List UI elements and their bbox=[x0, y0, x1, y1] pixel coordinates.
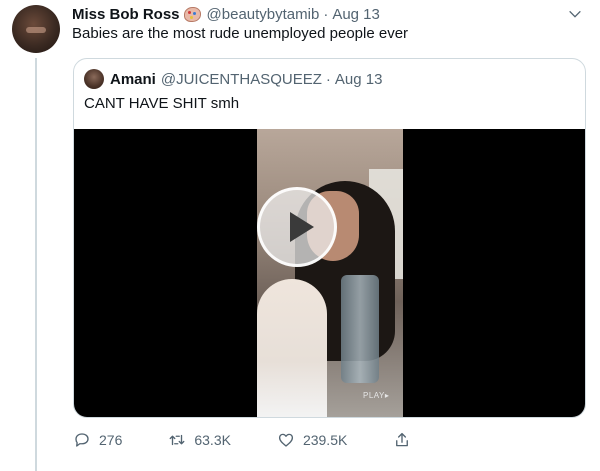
retweet-button[interactable]: 63.3K bbox=[168, 431, 231, 449]
author-handle[interactable]: @beautybytamib bbox=[207, 6, 320, 23]
video-player[interactable]: PLAY▸ bbox=[74, 129, 585, 417]
thread-line bbox=[35, 58, 37, 471]
quoted-tweet[interactable]: Amani @JUICENTHASQUEEZ · Aug 13 CANT HAV… bbox=[73, 58, 586, 418]
quoted-tweet-text: CANT HAVE SHIT smh bbox=[84, 95, 240, 112]
retweet-count: 63.3K bbox=[194, 432, 231, 448]
like-count: 239.5K bbox=[302, 432, 348, 448]
quoted-tweet-date: Aug 13 bbox=[334, 70, 383, 88]
video-overlay-label: PLAY▸ bbox=[363, 391, 390, 400]
video-thumbnail: PLAY▸ bbox=[257, 129, 403, 417]
author-name[interactable]: Miss Bob Ross bbox=[72, 6, 180, 23]
retweet-icon bbox=[169, 434, 185, 446]
chevron-down-icon[interactable] bbox=[567, 6, 583, 22]
heart-icon bbox=[278, 433, 294, 447]
reply-count: 276 bbox=[99, 432, 123, 448]
quoted-author-handle: @JUICENTHASQUEEZ bbox=[160, 70, 322, 88]
play-icon[interactable] bbox=[257, 187, 337, 267]
tweet-header: Miss Bob Ross @beautybytamib · Aug 13 bbox=[72, 4, 380, 24]
baby bbox=[257, 279, 327, 417]
separator-dot: · bbox=[323, 5, 329, 23]
drink-cup bbox=[341, 275, 379, 383]
quoted-author-name: Amani bbox=[110, 70, 156, 88]
separator-dot: · bbox=[325, 70, 331, 88]
tweet-text: Babies are the most rude unemployed peop… bbox=[72, 25, 409, 42]
reply-icon bbox=[75, 433, 89, 447]
palette-emoji-icon bbox=[183, 6, 201, 22]
like-button[interactable]: 239.5K bbox=[277, 431, 347, 449]
reply-button[interactable]: 276 bbox=[73, 431, 122, 449]
share-icon bbox=[396, 432, 409, 447]
quoted-author-avatar bbox=[84, 69, 104, 89]
author-avatar[interactable] bbox=[12, 5, 60, 53]
tweet-actions: 276 63.3K 239.5K bbox=[73, 430, 419, 450]
share-button[interactable] bbox=[393, 431, 419, 449]
tweet[interactable]: Miss Bob Ross @beautybytamib · Aug 13 Ba… bbox=[0, 0, 600, 471]
quoted-tweet-header: Amani @JUICENTHASQUEEZ · Aug 13 bbox=[84, 69, 382, 89]
tweet-date[interactable]: Aug 13 bbox=[332, 6, 380, 23]
